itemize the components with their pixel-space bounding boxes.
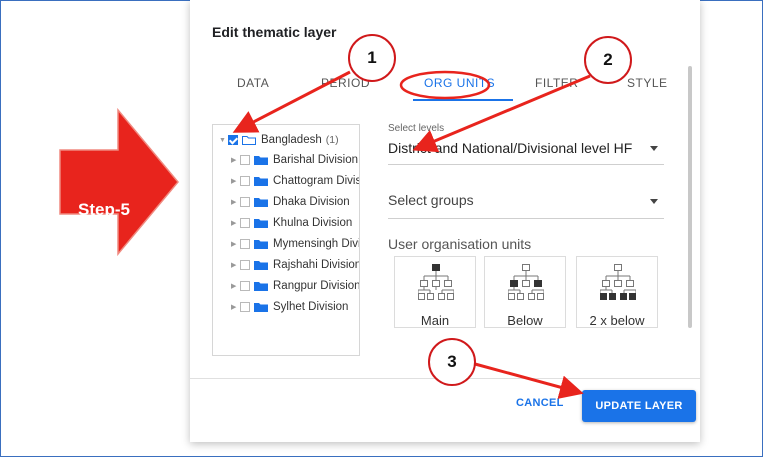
step-arrow-shape <box>59 107 179 257</box>
org-units-highlight-ellipse <box>399 70 491 100</box>
step-label: Step-5 <box>78 200 130 219</box>
arrow-1 <box>232 70 351 133</box>
step-badge-3: 3 <box>428 338 476 386</box>
step-badge-2: 2 <box>584 36 632 84</box>
step-badge-1: 1 <box>348 34 396 82</box>
arrow-2 <box>412 74 591 153</box>
arrow-3 <box>474 362 584 399</box>
